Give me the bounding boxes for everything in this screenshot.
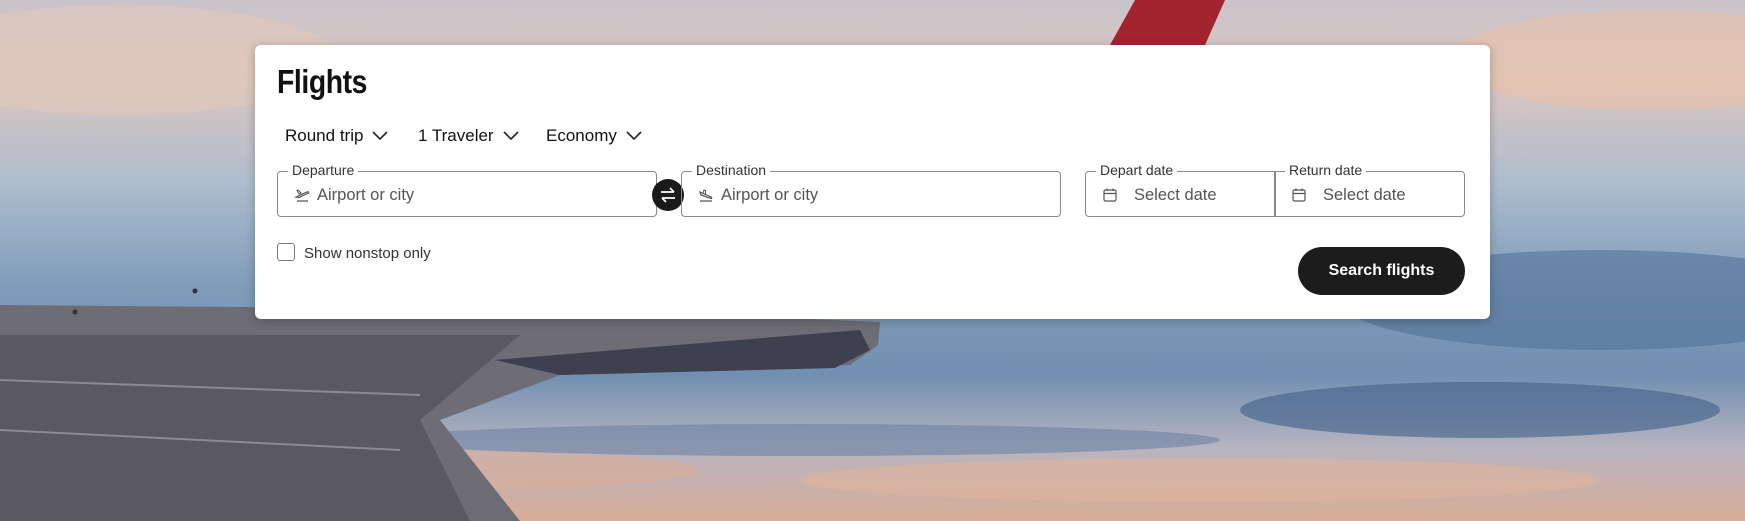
search-flights-button[interactable]: Search flights <box>1298 247 1465 295</box>
flight-search-card: Flights Round trip 1 Traveler Economy De… <box>255 45 1490 319</box>
travelers-dropdown[interactable]: 1 Traveler <box>418 123 519 149</box>
travelers-label: 1 Traveler <box>418 126 494 145</box>
cabin-class-dropdown[interactable]: Economy <box>546 123 642 149</box>
calendar-icon <box>1292 188 1306 202</box>
swap-locations-button[interactable] <box>652 179 684 211</box>
return-date-label: Return date <box>1285 162 1367 178</box>
destination-label: Destination <box>692 162 771 178</box>
trip-type-label: Round trip <box>285 126 364 145</box>
takeoff-icon <box>294 189 310 202</box>
depart-date-input[interactable]: Select date <box>1134 186 1217 205</box>
return-date-field[interactable]: Return date Select date <box>1274 162 1465 217</box>
depart-date-field[interactable]: Depart date Select date <box>1085 162 1276 217</box>
departure-input[interactable]: Airport or city <box>317 186 414 205</box>
nonstop-label[interactable]: Show nonstop only <box>304 245 431 262</box>
cabin-class-label: Economy <box>546 126 617 145</box>
chevron-down-icon <box>503 131 519 141</box>
swap-icon <box>661 187 675 203</box>
page-title: Flights <box>277 63 368 100</box>
departure-label: Departure <box>288 162 359 178</box>
trip-type-dropdown[interactable]: Round trip <box>285 123 389 149</box>
destination-field[interactable]: Destination Airport or city <box>681 162 1061 217</box>
departure-field[interactable]: Departure Airport or city <box>277 162 657 217</box>
destination-input[interactable]: Airport or city <box>721 186 818 205</box>
chevron-down-icon <box>626 131 642 141</box>
return-date-input[interactable]: Select date <box>1323 186 1406 205</box>
nonstop-checkbox[interactable] <box>277 243 295 261</box>
depart-date-label: Depart date <box>1096 162 1178 178</box>
landing-icon <box>698 189 713 202</box>
calendar-icon <box>1103 188 1117 202</box>
chevron-down-icon <box>372 131 389 141</box>
